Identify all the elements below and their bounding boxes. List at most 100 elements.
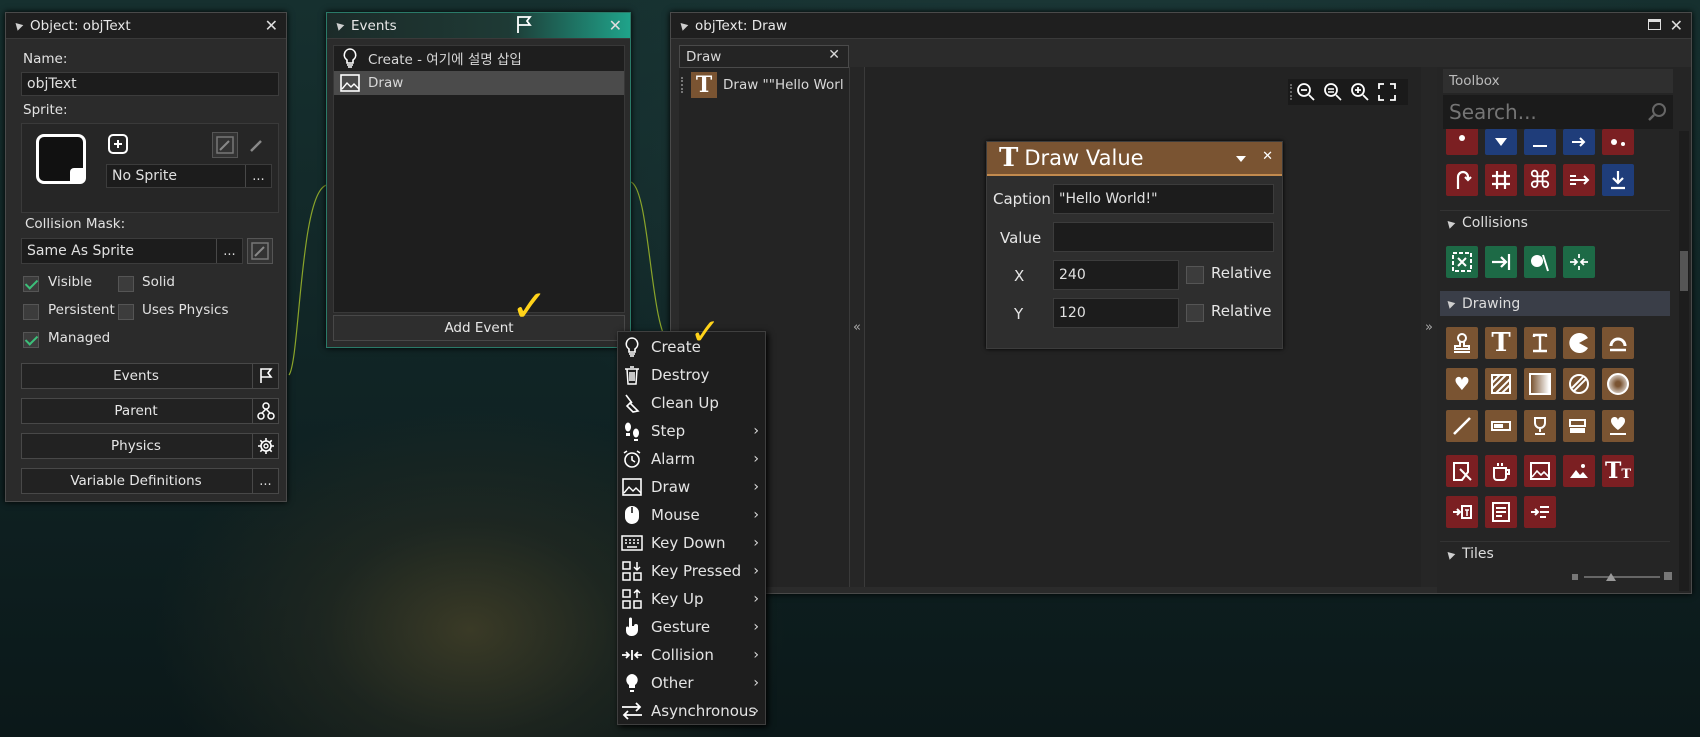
text-size-icon[interactable]: TT xyxy=(1602,455,1634,487)
toolbox-action-icon[interactable] xyxy=(1563,129,1595,155)
text-height-icon[interactable] xyxy=(1524,327,1556,359)
brush-icon[interactable] xyxy=(244,132,270,158)
collision-mask-more-button[interactable]: ... xyxy=(216,239,242,263)
exit-arrow-icon[interactable] xyxy=(1563,164,1595,196)
zoom-out-icon[interactable] xyxy=(1294,80,1318,104)
parent-button[interactable]: Parent xyxy=(21,398,279,424)
collapse-left-button[interactable]: « xyxy=(849,67,865,587)
sprite-more-button[interactable]: ... xyxy=(245,165,271,187)
fit-screen-icon[interactable] xyxy=(1375,80,1399,104)
collapse-triangle-icon[interactable] xyxy=(12,20,24,31)
heart-bar-icon[interactable] xyxy=(1602,410,1634,442)
events-window-titlebar[interactable]: Events ✕ xyxy=(327,13,630,39)
menu-item-collision[interactable]: Collision › xyxy=(618,641,765,669)
draw-region-icon[interactable] xyxy=(1446,455,1478,487)
radial-circle-icon[interactable] xyxy=(1602,368,1634,400)
action-item-draw-value[interactable]: T Draw ""Hello World xyxy=(679,72,849,98)
healthbar-icon[interactable] xyxy=(1485,410,1517,442)
hearts-icon[interactable]: ♥ xyxy=(1446,368,1478,400)
gradient-square-icon[interactable] xyxy=(1524,368,1556,400)
image-icon[interactable] xyxy=(1524,455,1556,487)
text-halign-icon[interactable] xyxy=(1524,496,1556,528)
menu-item-clean-up[interactable]: Clean Up xyxy=(618,389,765,417)
edit-sprite-icon[interactable] xyxy=(212,132,238,158)
draw-window-titlebar[interactable]: objText: Draw ✕ xyxy=(671,13,1691,39)
value-input[interactable] xyxy=(1053,222,1274,252)
menu-item-gesture[interactable]: Gesture › xyxy=(618,613,765,641)
solid-checkbox[interactable] xyxy=(118,276,134,292)
toolbox-search-input[interactable] xyxy=(1443,97,1633,127)
menu-item-key-pressed[interactable]: Key Pressed › xyxy=(618,557,765,585)
cup-icon[interactable] xyxy=(1485,455,1517,487)
healthbar-arc-icon[interactable] xyxy=(1602,327,1634,359)
menu-item-step[interactable]: Step › xyxy=(618,417,765,445)
variable-definitions-button[interactable]: Variable Definitions ... xyxy=(21,468,279,494)
close-icon[interactable]: ✕ xyxy=(1670,16,1683,35)
toolbox-search[interactable] xyxy=(1443,95,1673,129)
striped-square-icon[interactable] xyxy=(1485,368,1517,400)
menu-item-key-up[interactable]: Key Up › xyxy=(618,585,765,613)
zoom-in-icon[interactable] xyxy=(1348,80,1372,104)
persistent-checkbox[interactable] xyxy=(23,304,39,320)
loop-icon[interactable] xyxy=(1446,164,1478,196)
text-t-icon[interactable]: T xyxy=(1485,327,1517,359)
download-icon[interactable] xyxy=(1602,164,1634,196)
menu-item-asynchronous[interactable]: Asynchronous › xyxy=(618,697,765,725)
pencil-bar-icon[interactable] xyxy=(1563,410,1595,442)
menu-item-destroy[interactable]: Destroy xyxy=(618,361,765,389)
caption-input[interactable]: "Hello World!" xyxy=(1053,184,1274,214)
line-icon[interactable] xyxy=(1446,410,1478,442)
landscape-icon[interactable] xyxy=(1563,455,1595,487)
menu-item-key-down[interactable]: Key Down › xyxy=(618,529,765,557)
toolbox-action-icon[interactable] xyxy=(1524,129,1556,155)
collapse-triangle-icon[interactable] xyxy=(677,20,689,31)
close-icon[interactable]: ✕ xyxy=(265,16,278,35)
menu-item-other[interactable]: Other › xyxy=(618,669,765,697)
toolbox-scrollbar[interactable] xyxy=(1679,131,1689,591)
striped-circle-icon[interactable] xyxy=(1563,368,1595,400)
close-icon[interactable]: ✕ xyxy=(1262,149,1273,164)
toolbox-section-tiles[interactable]: Tiles xyxy=(1440,541,1670,566)
pie-icon[interactable] xyxy=(1563,327,1595,359)
x-input[interactable]: 240 xyxy=(1053,260,1179,290)
uses-physics-checkbox[interactable] xyxy=(118,304,134,320)
trophy-icon[interactable] xyxy=(1524,410,1556,442)
stamp-icon[interactable] xyxy=(1446,327,1478,359)
y-input[interactable]: 120 xyxy=(1053,298,1179,328)
draw-tab[interactable]: Draw ✕ xyxy=(679,45,849,67)
close-tab-icon[interactable]: ✕ xyxy=(828,47,840,63)
collision-mask-select[interactable]: Same As Sprite ... xyxy=(21,238,243,264)
x-relative-checkbox[interactable] xyxy=(1186,266,1204,284)
toolbox-section-collisions[interactable]: Collisions xyxy=(1440,210,1670,235)
toolbox-action-icon[interactable] xyxy=(1446,129,1478,155)
point-collision-icon[interactable] xyxy=(1524,246,1556,278)
sprite-preview[interactable] xyxy=(36,134,86,184)
toolbox-zoom-slider[interactable] xyxy=(1572,570,1672,582)
draw-value-header[interactable]: T Draw Value ✕ xyxy=(987,142,1282,176)
event-item-draw[interactable]: Draw xyxy=(334,71,624,95)
physics-button[interactable]: Physics xyxy=(21,433,279,459)
managed-checkbox[interactable] xyxy=(23,332,39,348)
menu-item-draw[interactable]: Draw › xyxy=(618,473,765,501)
event-item-create[interactable]: Create - 여기에 설명 삽입 xyxy=(334,46,624,70)
name-field[interactable]: objText xyxy=(21,72,279,96)
maximize-icon[interactable] xyxy=(1648,19,1661,30)
y-relative-checkbox[interactable] xyxy=(1186,304,1204,322)
grid-icon[interactable] xyxy=(1485,164,1517,196)
collision-mask-edit-icon[interactable] xyxy=(247,238,273,264)
toolbox-action-icon[interactable] xyxy=(1485,129,1517,155)
dropdown-arrow-icon[interactable] xyxy=(1236,156,1246,162)
close-icon[interactable]: ✕ xyxy=(609,16,622,35)
toolbox-section-drawing[interactable]: Drawing xyxy=(1440,291,1670,316)
object-window-titlebar[interactable]: Object: objText ✕ xyxy=(6,13,286,39)
menu-item-mouse[interactable]: Mouse › xyxy=(618,501,765,529)
command-icon[interactable]: ⌘ xyxy=(1524,164,1556,196)
collapse-right-button[interactable]: » xyxy=(1421,67,1437,587)
zoom-reset-icon[interactable] xyxy=(1321,80,1345,104)
visible-checkbox[interactable] xyxy=(23,276,39,292)
collide-arrows-icon[interactable] xyxy=(1563,246,1595,278)
variable-definitions-more-button[interactable]: ... xyxy=(252,469,278,493)
toolbox-action-icon[interactable] xyxy=(1602,129,1634,155)
draw-value-node[interactable]: T Draw Value ✕ Caption "Hello World!" Va… xyxy=(986,141,1283,349)
collision-box-icon[interactable] xyxy=(1446,246,1478,278)
